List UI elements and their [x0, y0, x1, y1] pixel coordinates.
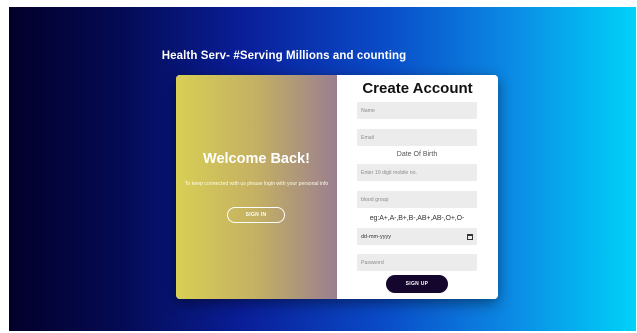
page-headline: Health Serv- #Serving Millions and count…: [161, 50, 407, 62]
name-field[interactable]: [357, 102, 477, 119]
form-title: Create Account: [362, 80, 473, 97]
password-field[interactable]: [357, 254, 477, 271]
page-background: Health Serv- #Serving Millions and count…: [9, 7, 636, 331]
dob-label: Date Of Birth: [396, 151, 438, 158]
sign-up-button[interactable]: SIGN UP: [386, 275, 448, 293]
date-value: dd-mm-yyyy: [361, 233, 391, 240]
calendar-icon[interactable]: [467, 233, 473, 240]
blood-group-hint: eg:A+,A-,B+,B-,AB+,AB-,O+,O-: [369, 215, 465, 222]
blood-group-field[interactable]: [357, 191, 477, 208]
create-account-form: Create Account Date Of Birth eg:A+,A-,B+…: [337, 75, 498, 299]
email-field[interactable]: [357, 129, 477, 146]
mobile-field[interactable]: [357, 164, 477, 181]
sign-in-button[interactable]: SIGN IN: [227, 207, 285, 223]
welcome-title: Welcome Back!: [203, 151, 310, 167]
welcome-text: To keep connected with us please login w…: [184, 181, 329, 187]
dob-date-field[interactable]: dd-mm-yyyy: [357, 228, 477, 245]
auth-card: Welcome Back! To keep connected with us …: [176, 75, 498, 299]
welcome-panel: Welcome Back! To keep connected with us …: [176, 75, 337, 299]
